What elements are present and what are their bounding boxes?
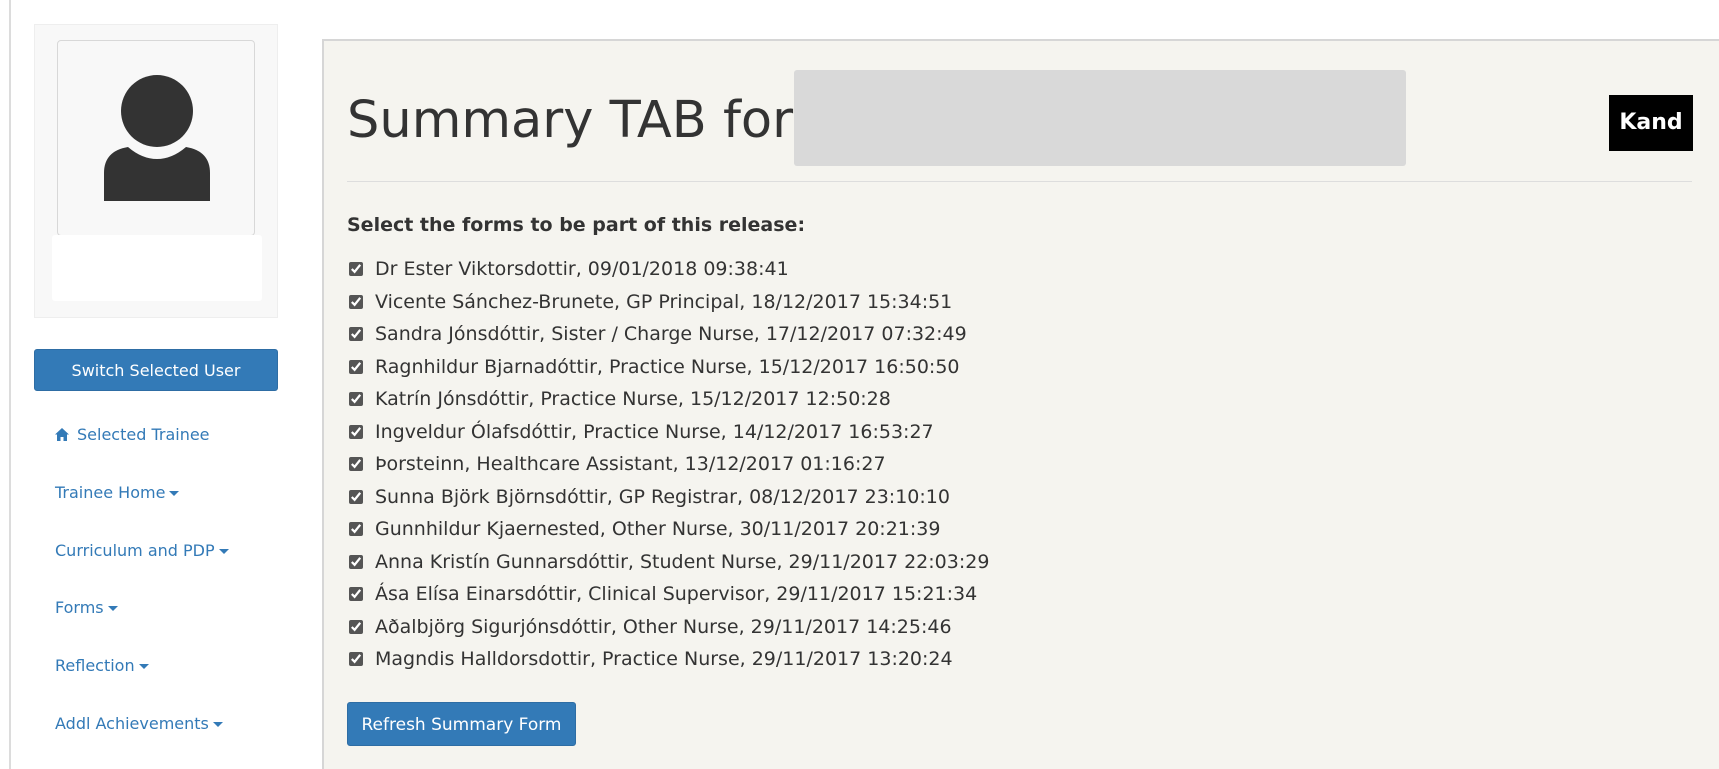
form-checkbox[interactable] — [349, 294, 363, 309]
list-item: Ása Elísa Einarsdóttir, Clinical Supervi… — [347, 578, 989, 611]
form-checkbox[interactable] — [349, 262, 363, 277]
list-item: Dr Ester Viktorsdottir, 09/01/2018 09:38… — [347, 253, 989, 286]
forms-checklist: Dr Ester Viktorsdottir, 09/01/2018 09:38… — [347, 253, 989, 676]
form-label: Vicente Sánchez-Brunete, GP Principal, 1… — [375, 290, 953, 313]
form-label: Sunna Björk Björnsdóttir, GP Registrar, … — [375, 485, 950, 508]
caret-down-icon — [169, 491, 180, 496]
list-item: Anna Kristín Gunnarsdóttir, Student Nurs… — [347, 546, 989, 579]
form-label: Katrín Jónsdóttir, Practice Nurse, 15/12… — [375, 388, 891, 411]
user-silhouette-icon — [104, 75, 210, 201]
page-title: Summary TAB for — [347, 91, 794, 150]
form-checkbox[interactable] — [349, 652, 363, 667]
form-label: Gunnhildur Kjaernested, Other Nurse, 30/… — [375, 518, 941, 541]
caret-down-icon — [138, 664, 149, 669]
list-item: Gunnhildur Kjaernested, Other Nurse, 30/… — [347, 513, 989, 546]
brand-badge: Kand — [1609, 95, 1693, 151]
list-item: Magndis Halldorsdottir, Practice Nurse, … — [347, 643, 989, 676]
form-label: Magndis Halldorsdottir, Practice Nurse, … — [375, 648, 953, 671]
user-name-box — [52, 235, 262, 301]
form-label: Ása Elísa Einarsdóttir, Clinical Supervi… — [375, 583, 978, 606]
form-label: Dr Ester Viktorsdottir, 09/01/2018 09:38… — [375, 258, 789, 281]
summary-panel: Summary TAB for Kand Select the forms to… — [322, 39, 1719, 769]
list-item: Þorsteinn, Healthcare Assistant, 13/12/2… — [347, 448, 989, 481]
list-item: Katrín Jónsdóttir, Practice Nurse, 15/12… — [347, 383, 989, 416]
switch-selected-user-button[interactable]: Switch Selected User — [34, 349, 278, 391]
form-label: Ingveldur Ólafsdóttir, Practice Nurse, 1… — [375, 420, 934, 443]
select-forms-label: Select the forms to be part of this rele… — [347, 214, 806, 236]
caret-down-icon — [212, 722, 223, 727]
list-item: Sunna Björk Björnsdóttir, GP Registrar, … — [347, 481, 989, 514]
form-label: Anna Kristín Gunnarsdóttir, Student Nurs… — [375, 550, 990, 573]
form-checkbox[interactable] — [349, 619, 363, 634]
form-checkbox[interactable] — [349, 424, 363, 439]
form-label: Aðalbjörg Sigurjónsdóttir, Other Nurse, … — [375, 615, 952, 638]
caret-down-icon — [218, 549, 229, 554]
form-checkbox[interactable] — [349, 587, 363, 602]
sidebar-item-addl-achievements[interactable]: Addl Achievements — [55, 713, 223, 735]
form-checkbox[interactable] — [349, 489, 363, 504]
form-checkbox[interactable] — [349, 327, 363, 342]
redacted-trainee-name — [794, 70, 1406, 166]
sidebar-item-label: Curriculum and PDP — [55, 541, 215, 560]
list-item: Sandra Jónsdóttir, Sister / Charge Nurse… — [347, 318, 989, 351]
refresh-summary-form-button[interactable]: Refresh Summary Form — [347, 702, 576, 746]
profile-card — [34, 24, 278, 318]
sidebar-item-label: Forms — [55, 598, 104, 617]
list-item: Aðalbjörg Sigurjónsdóttir, Other Nurse, … — [347, 611, 989, 644]
page: Switch Selected User Selected Trainee Tr… — [0, 0, 1719, 769]
list-item: Ragnhildur Bjarnadóttir, Practice Nurse,… — [347, 351, 989, 384]
sidebar-item-selected-trainee[interactable]: Selected Trainee — [55, 424, 210, 446]
form-checkbox[interactable] — [349, 554, 363, 569]
form-checkbox[interactable] — [349, 392, 363, 407]
sidebar-item-label: Selected Trainee — [77, 425, 210, 444]
sidebar-item-label: Trainee Home — [55, 483, 166, 502]
form-checkbox[interactable] — [349, 522, 363, 537]
form-label: Sandra Jónsdóttir, Sister / Charge Nurse… — [375, 323, 967, 346]
sidebar-item-reflection[interactable]: Reflection — [55, 655, 149, 677]
sidebar-item-curriculum-and-pdp[interactable]: Curriculum and PDP — [55, 540, 229, 562]
form-label: Þorsteinn, Healthcare Assistant, 13/12/2… — [375, 453, 886, 476]
sidebar-item-label: Reflection — [55, 656, 135, 675]
title-divider — [347, 181, 1692, 182]
list-item: Vicente Sánchez-Brunete, GP Principal, 1… — [347, 286, 989, 319]
form-checkbox[interactable] — [349, 359, 363, 374]
caret-down-icon — [107, 606, 118, 611]
form-checkbox[interactable] — [349, 457, 363, 472]
sidebar-item-trainee-home[interactable]: Trainee Home — [55, 482, 180, 504]
avatar — [57, 40, 255, 236]
left-border — [9, 0, 11, 769]
home-icon — [55, 428, 69, 441]
sidebar-item-forms[interactable]: Forms — [55, 597, 118, 619]
sidebar-item-label: Addl Achievements — [55, 714, 209, 733]
list-item: Ingveldur Ólafsdóttir, Practice Nurse, 1… — [347, 416, 989, 449]
form-label: Ragnhildur Bjarnadóttir, Practice Nurse,… — [375, 355, 960, 378]
